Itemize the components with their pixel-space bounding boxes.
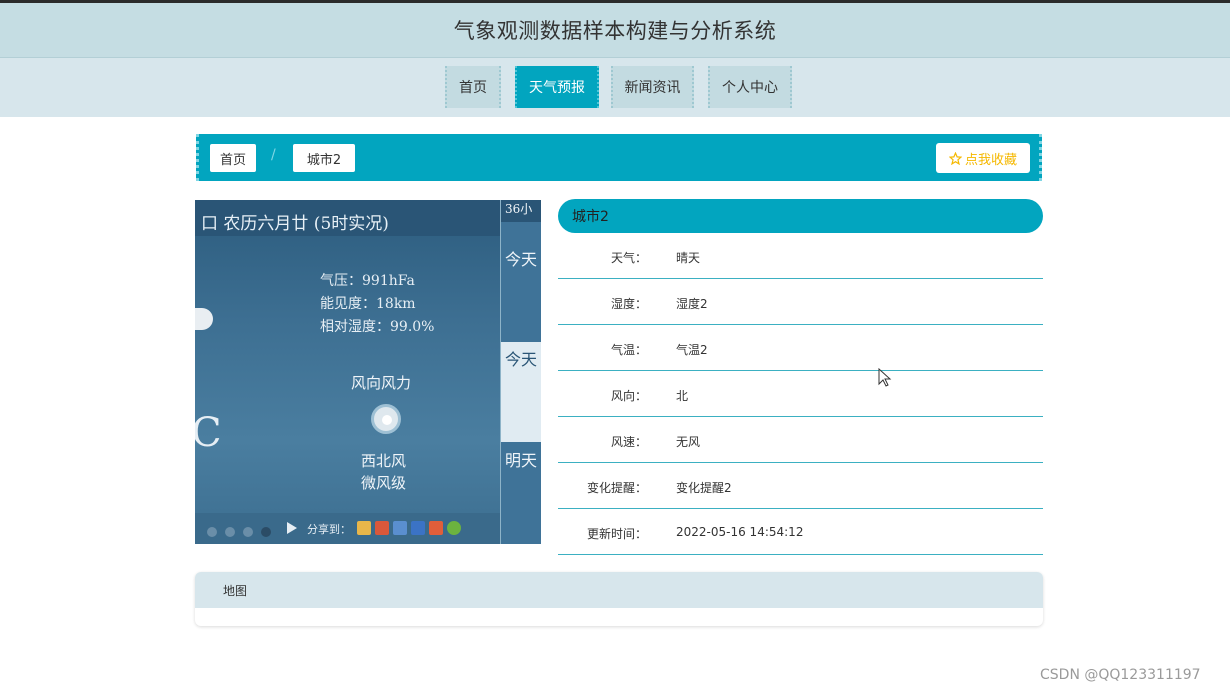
detail-row-weather: 天气： 晴天 bbox=[558, 233, 1043, 279]
detail-value: 气温2 bbox=[676, 343, 708, 357]
detail-value: 2022-05-16 14:54:12 bbox=[676, 525, 804, 539]
detail-label: 变化提醒： bbox=[586, 481, 647, 495]
detail-label: 风速： bbox=[610, 435, 647, 449]
map-panel: 地图 bbox=[195, 572, 1043, 626]
wind-title: 风向风力 bbox=[351, 374, 412, 392]
wind-dial-icon bbox=[371, 404, 401, 434]
share-label: 分享到： bbox=[307, 523, 351, 536]
main-nav: 首页 天气预报 新闻资讯 个人中心 bbox=[0, 58, 1230, 117]
breadcrumb-separator: / bbox=[271, 147, 276, 163]
nav-item-home[interactable]: 首页 bbox=[445, 66, 501, 108]
dot-icon bbox=[261, 527, 271, 537]
share-icon bbox=[429, 521, 443, 535]
dot-icon bbox=[207, 527, 217, 537]
forecast-strip-header: 36小 bbox=[501, 200, 541, 222]
detail-city-title: 城市2 bbox=[558, 199, 1043, 233]
mouse-cursor-icon bbox=[878, 368, 892, 387]
breadcrumb: 首页 / 城市2 点我收藏 bbox=[196, 134, 1042, 181]
forecast-today-2: 今天 bbox=[505, 350, 538, 369]
detail-label: 气温： bbox=[610, 343, 647, 357]
share-icons bbox=[357, 520, 465, 539]
wind-level: 微风级 bbox=[361, 474, 407, 492]
nav-item-personal-center[interactable]: 个人中心 bbox=[708, 66, 792, 108]
temperature-unit: C bbox=[195, 410, 222, 456]
forecast-today-1: 今天 bbox=[505, 250, 538, 269]
detail-label: 天气： bbox=[610, 251, 647, 265]
star-icon bbox=[948, 151, 962, 165]
weather-image-readings: 气压：991hFa 能见度：18km 相对湿度：99.0% bbox=[320, 270, 434, 339]
weather-image-toolbar: 分享到： bbox=[195, 513, 500, 544]
detail-value: 北 bbox=[676, 389, 689, 403]
pressure-reading: 气压：991hFa bbox=[320, 273, 415, 289]
wind-direction: 西北风 bbox=[361, 452, 407, 470]
dot-icon bbox=[225, 527, 235, 537]
favorite-label: 点我收藏 bbox=[964, 152, 1017, 168]
dot-icon bbox=[243, 527, 253, 537]
wind-info: 西北风 微风级 bbox=[361, 450, 406, 494]
map-title: 地图 bbox=[195, 572, 1043, 608]
detail-value: 无风 bbox=[676, 435, 701, 449]
site-title: 气象观测数据样本构建与分析系统 bbox=[453, 19, 777, 43]
humidity-reading: 相对湿度：99.0% bbox=[320, 319, 435, 335]
nav-item-weather-forecast[interactable]: 天气预报 bbox=[515, 66, 599, 108]
detail-row-wind-speed: 风速： 无风 bbox=[558, 417, 1043, 463]
favorite-button[interactable]: 点我收藏 bbox=[936, 143, 1030, 173]
cloud-icon bbox=[195, 308, 213, 330]
playback-dots bbox=[207, 522, 279, 541]
share-icon bbox=[357, 521, 371, 535]
weather-image: 口 农历六月廿 (5时实况) 气压：991hFa 能见度：18km 相对湿度：9… bbox=[195, 200, 541, 544]
detail-row-change-alert: 变化提醒： 变化提醒2 bbox=[558, 463, 1043, 509]
detail-row-temperature: 气温： 气温2 bbox=[558, 325, 1043, 371]
breadcrumb-home[interactable]: 首页 bbox=[210, 144, 256, 172]
add-icon bbox=[447, 521, 461, 535]
visibility-reading: 能见度：18km bbox=[320, 296, 416, 312]
detail-row-wind-direction: 风向： 北 bbox=[558, 371, 1043, 417]
site-header: 气象观测数据样本构建与分析系统 bbox=[0, 3, 1230, 58]
detail-label: 湿度： bbox=[610, 297, 647, 311]
detail-value: 湿度2 bbox=[676, 297, 708, 311]
share-icon bbox=[393, 521, 407, 535]
detail-row-update-time: 更新时间： 2022-05-16 14:54:12 bbox=[558, 509, 1043, 555]
weather-image-forecast-strip: 36小 今天 今天 明天 bbox=[501, 200, 541, 544]
breadcrumb-current-city[interactable]: 城市2 bbox=[293, 144, 355, 172]
detail-row-humidity: 湿度： 湿度2 bbox=[558, 279, 1043, 325]
nav-item-news[interactable]: 新闻资讯 bbox=[611, 66, 694, 108]
weather-image-main: 口 农历六月廿 (5时实况) 气压：991hFa 能见度：18km 相对湿度：9… bbox=[195, 200, 501, 544]
watermark: CSDN @QQ123311197 bbox=[1040, 667, 1201, 683]
play-icon bbox=[287, 522, 297, 534]
detail-label: 风向： bbox=[610, 389, 647, 403]
weather-detail-table: 城市2 天气： 晴天 湿度： 湿度2 气温： 气温2 风向： 北 风速： 无风 … bbox=[558, 199, 1043, 555]
share-icon bbox=[375, 521, 389, 535]
share-icon bbox=[411, 521, 425, 535]
weather-image-date: 口 农历六月廿 (5时实况) bbox=[201, 214, 389, 234]
forecast-tomorrow: 明天 bbox=[505, 451, 538, 470]
detail-value: 变化提醒2 bbox=[676, 481, 732, 495]
detail-value: 晴天 bbox=[676, 251, 701, 265]
detail-label: 更新时间： bbox=[586, 527, 647, 541]
